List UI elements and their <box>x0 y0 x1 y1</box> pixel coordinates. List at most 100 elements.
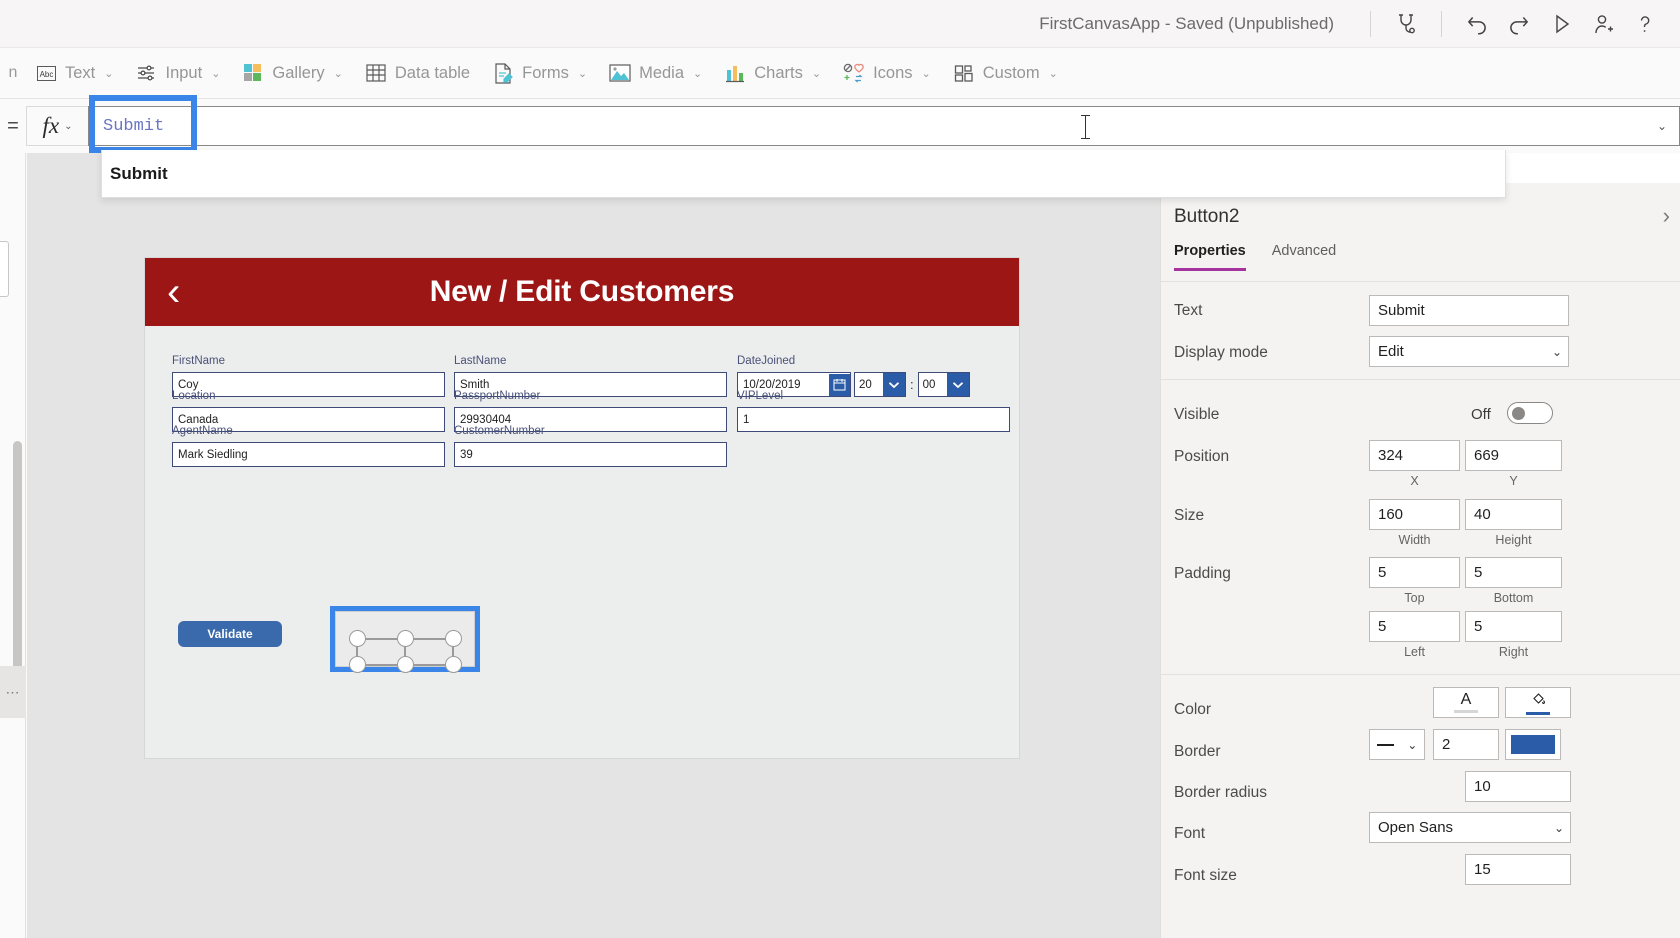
svg-text:Abc: Abc <box>39 70 53 79</box>
size-height-input[interactable]: 40 <box>1465 499 1562 530</box>
property-equals-sign: = <box>7 114 19 137</box>
collapsed-tree-chip[interactable] <box>0 241 9 297</box>
property-label-color: Color <box>1174 701 1212 718</box>
field-label: VIPLevel <box>737 390 784 402</box>
toolbar-item-media[interactable]: Media ⌄ <box>598 54 713 92</box>
date-value: 10/20/2019 <box>743 378 801 391</box>
preview-play-icon[interactable] <box>1540 3 1582 45</box>
border-thickness-input[interactable]: 2 <box>1433 729 1499 760</box>
field-input[interactable]: 39 <box>454 442 727 467</box>
intellisense-dropdown: Submit <box>101 150 1506 198</box>
property-label-visible: Visible <box>1174 406 1220 423</box>
toolbar-overflow-left: n <box>8 64 18 81</box>
properties-panel: › Button2 Properties Advanced Text Submi… <box>1160 183 1680 938</box>
position-x-input[interactable]: 324 <box>1369 440 1460 471</box>
field-label: AgentName <box>172 425 233 437</box>
resize-handle-bottom-center[interactable] <box>397 656 414 673</box>
font-value: Open Sans <box>1378 819 1454 836</box>
undo-icon[interactable] <box>1456 3 1498 45</box>
field-label: DateJoined <box>737 355 796 367</box>
border-radius-input[interactable]: 10 <box>1465 771 1571 802</box>
media-image-icon <box>609 62 631 84</box>
app-screen[interactable]: ‹ New / Edit Customers FirstName Coy Las… <box>145 258 1019 758</box>
resize-handle-top-center[interactable] <box>397 630 414 647</box>
chevron-down-icon: ⌄ <box>211 67 221 80</box>
toolbar-item-label: Data table <box>394 63 471 82</box>
toolbar-item-text[interactable]: Abc Text ⌄ <box>24 54 124 92</box>
panel-expand-chevron-icon[interactable]: › <box>1663 205 1670 227</box>
text-property-input[interactable]: Submit <box>1369 295 1569 326</box>
property-label-position: Position <box>1174 448 1230 465</box>
padding-top-input[interactable]: 5 <box>1369 557 1460 588</box>
tab-advanced[interactable]: Advanced <box>1272 243 1337 271</box>
chevron-down-icon: ⌄ <box>1551 344 1562 359</box>
toolbar-item-forms[interactable]: Forms ⌄ <box>481 54 598 92</box>
property-label-display-mode: Display mode <box>1174 344 1268 361</box>
back-arrow-icon[interactable]: ‹ <box>167 272 180 312</box>
property-label-font-size: Font size <box>1174 867 1237 884</box>
padding-left-input[interactable]: 5 <box>1369 611 1460 642</box>
app-checker-icon[interactable] <box>1385 3 1427 45</box>
chevron-down-icon: ⌄ <box>1407 737 1418 752</box>
form-field-customernumber: CustomerNumber 39 <box>454 425 727 467</box>
top-command-bar: FirstCanvasApp - Saved (Unpublished) <box>0 0 1680 48</box>
toolbar-item-label: Text <box>65 63 96 82</box>
chevron-down-icon: ⌄ <box>104 67 114 80</box>
resize-handle-top-left[interactable] <box>349 630 366 647</box>
share-add-user-icon[interactable] <box>1582 3 1624 45</box>
border-style-dropdown[interactable]: ⌄ <box>1369 729 1425 760</box>
field-label: Location <box>172 390 216 402</box>
validate-button[interactable]: Validate <box>178 621 282 647</box>
font-dropdown[interactable]: Open Sans ⌄ <box>1369 812 1571 843</box>
selected-control-button2[interactable] <box>330 606 480 673</box>
fill-color-button[interactable] <box>1505 687 1571 718</box>
padding-right-sublabel: Right <box>1498 645 1529 659</box>
padding-bottom-input[interactable]: 5 <box>1465 557 1562 588</box>
help-icon[interactable] <box>1624 3 1666 45</box>
app-title: FirstCanvasApp - Saved (Unpublished) <box>1039 13 1334 33</box>
resize-handle-bottom-right[interactable] <box>445 656 462 673</box>
toolbar-item-input[interactable]: Input ⌄ <box>124 54 231 92</box>
charts-bar-icon <box>724 62 746 84</box>
toolbar-item-gallery[interactable]: Gallery ⌄ <box>231 54 353 92</box>
property-label-border: Border <box>1174 743 1221 760</box>
toolbar-item-label: Input <box>165 63 203 82</box>
fx-function-button[interactable]: fx ⌄ <box>26 106 88 146</box>
fill-color-swatch <box>1526 711 1550 715</box>
form-field-viplevel: VIPLevel 1 <box>737 390 1010 432</box>
redo-icon[interactable] <box>1498 3 1540 45</box>
size-width-input[interactable]: 160 <box>1369 499 1460 530</box>
panel-tabs: Properties Advanced <box>1174 243 1336 271</box>
custom-blocks-icon <box>953 62 975 84</box>
formula-bar-row: = fx ⌄ Submit ⌄ <box>0 99 1680 153</box>
padding-right-input[interactable]: 5 <box>1465 611 1562 642</box>
text-color-swatch <box>1454 710 1478 713</box>
field-label: FirstName <box>172 355 226 367</box>
chevron-down-icon: ⌄ <box>1553 820 1564 835</box>
position-y-input[interactable]: 669 <box>1465 440 1562 471</box>
toolbar-item-icons[interactable]: Icons ⌄ <box>832 54 942 92</box>
border-color-button[interactable] <box>1505 729 1561 760</box>
divider <box>1161 674 1680 675</box>
display-mode-dropdown[interactable]: Edit ⌄ <box>1369 336 1569 367</box>
chevron-down-icon: ⌄ <box>1656 119 1667 133</box>
toolbar-item-label: Media <box>639 63 685 82</box>
canvas-area[interactable]: ‹ New / Edit Customers FirstName Coy Las… <box>27 153 1160 938</box>
font-size-input[interactable]: 15 <box>1465 854 1571 885</box>
formula-value: Submit <box>103 116 165 136</box>
toolbar-item-custom[interactable]: Custom ⌄ <box>942 54 1069 92</box>
toolbar-item-charts[interactable]: Charts ⌄ <box>713 54 832 92</box>
resize-handle-bottom-left[interactable] <box>349 656 366 673</box>
toolbar-item-data-table[interactable]: Data table <box>354 54 481 92</box>
display-mode-value: Edit <box>1378 343 1404 360</box>
suggestion-item[interactable]: Submit <box>102 164 168 184</box>
field-input[interactable]: 1 <box>737 407 1010 432</box>
divider <box>1370 10 1371 37</box>
tab-properties[interactable]: Properties <box>1174 243 1246 271</box>
panel-resize-grip[interactable]: ⋯ <box>0 666 26 718</box>
formula-input[interactable]: Submit ⌄ <box>88 106 1680 146</box>
visible-toggle[interactable] <box>1507 402 1553 424</box>
resize-handle-top-right[interactable] <box>445 630 462 647</box>
text-color-button[interactable]: A <box>1433 687 1499 718</box>
field-input[interactable]: Mark Siedling <box>172 442 445 467</box>
